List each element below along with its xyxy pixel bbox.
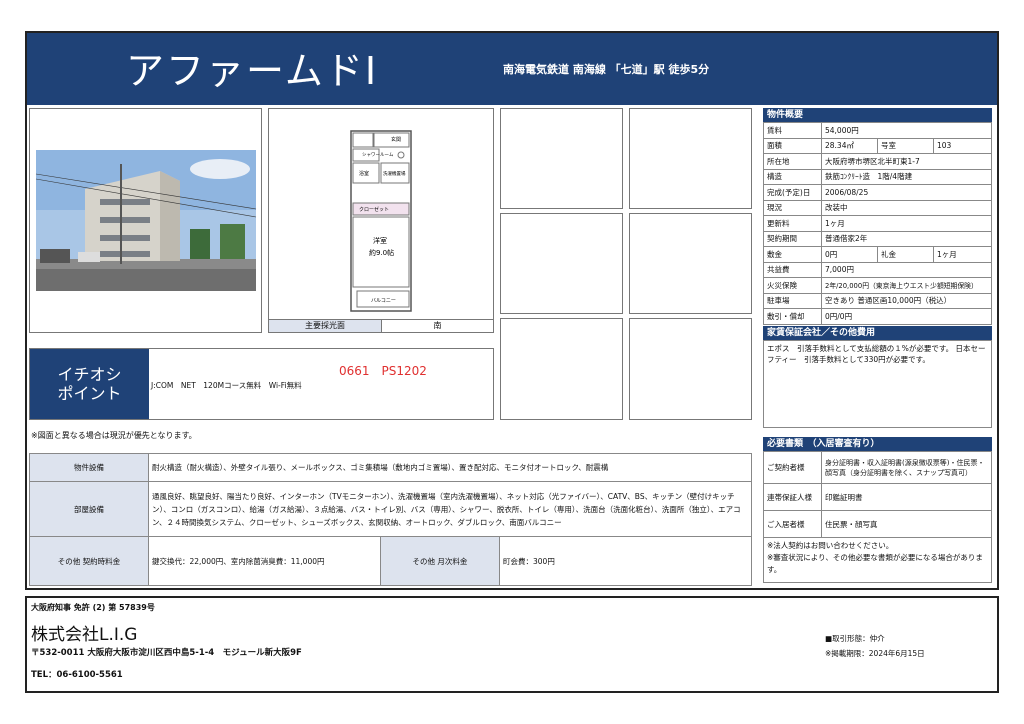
footer-box: 大阪府知事 免許 (2) 第 57839号 株式会社L.I.G 〒532-001… bbox=[25, 596, 999, 693]
photo-slot bbox=[629, 213, 752, 314]
address-label: 所在地 bbox=[763, 153, 822, 170]
company-name: 株式会社L.I.G bbox=[31, 625, 138, 645]
window-direction-row: 主要採光面 南 bbox=[268, 319, 494, 333]
contract-label: 契約期間 bbox=[763, 230, 822, 247]
company-address: 〒532-0011 大阪府大阪市淀川区西中島5-1-4 モジュール新大阪9F bbox=[31, 648, 302, 658]
shikibiki-value: 0円/0円 bbox=[821, 308, 992, 325]
contract-fee-value: 鍵交換代：22,000円、室内除菌消臭費：11,000円 bbox=[148, 536, 381, 586]
ichioshi-title-line1: イチオシ bbox=[57, 365, 122, 384]
contract-fee-label: その他 契約時料金 bbox=[29, 536, 149, 586]
company-tel: TEL：06-6100-5561 bbox=[31, 670, 123, 680]
ichioshi-text: J:COM NET 120Mコース無料 Wi-Fi無料 bbox=[151, 381, 302, 390]
transaction-mode: ■取引形態：仲介 bbox=[825, 634, 885, 643]
window-label: 主要採光面 bbox=[269, 320, 382, 332]
ichioshi-title-line2: ポイント bbox=[57, 384, 122, 403]
features-table: 物件設備 耐火構造（耐火構造）、外壁タイル張り、メールボックス、ゴミ集積場（敷地… bbox=[29, 453, 752, 586]
floorplan-shower: シャワールーム bbox=[362, 152, 394, 158]
floorplan-bath: 浴室 bbox=[359, 170, 369, 177]
renewal-value: 1ヶ月 bbox=[821, 215, 992, 232]
contract-value: 普通借家2年 bbox=[821, 230, 992, 247]
parking-value: 空きあり 普通区画10,000円（税込） bbox=[821, 292, 992, 309]
room-no-label: 号室 bbox=[877, 137, 934, 154]
room-features-value: 通風良好、眺望良好、陽当たり良好、インターホン（TVモニターホン）、洗濯機置場（… bbox=[148, 481, 752, 537]
building-photo bbox=[35, 150, 257, 291]
room-no-value: 103 bbox=[933, 137, 992, 154]
floorplan-entrance: 玄関 bbox=[391, 136, 401, 143]
ichioshi-box: イチオシ ポイント 0661 PS1202 J:COM NET 120Mコース無… bbox=[29, 348, 494, 420]
photo-slot bbox=[629, 108, 752, 209]
photo-slot bbox=[500, 213, 623, 314]
floorplan-closet: クローゼット bbox=[359, 206, 389, 213]
building-features-label: 物件設備 bbox=[29, 453, 149, 482]
floorplan-diagram: 玄関 シャワールーム 浴室 洗濯機置場 クローゼット 洋室 約9.0帖 バルコニ… bbox=[350, 130, 412, 312]
docs-guarantor-value: 印鑑証明書 bbox=[821, 483, 992, 511]
building-features-value: 耐火構造（耐火構造）、外壁タイル張り、メールボックス、ゴミ集積場（敷地内ゴミ置場… bbox=[148, 453, 752, 482]
address-value: 大阪府堺市堺区北半町東1-7 bbox=[821, 153, 992, 170]
insurance-value: 2年/20,000円（東京海上ウエスト少額短期保険） bbox=[821, 277, 992, 294]
ichioshi-content: 0661 PS1202 J:COM NET 120Mコース無料 Wi-Fi無料 bbox=[149, 349, 493, 419]
common-value: 7,000円 bbox=[821, 261, 992, 278]
floorplan-washer: 洗濯機置場 bbox=[383, 170, 406, 177]
structure-label: 構造 bbox=[763, 168, 822, 185]
docs-contractor-label: ご契約者様 bbox=[763, 451, 822, 484]
structure-value: 鉄筋ｺﾝｸﾘｰﾄ造 1階/4階建 bbox=[821, 168, 992, 185]
photo-slot bbox=[629, 318, 752, 420]
status-label: 現況 bbox=[763, 199, 822, 216]
floorplan-frame: 玄関 シャワールーム 浴室 洗濯機置場 クローゼット 洋室 約9.0帖 バルコニ… bbox=[268, 108, 494, 320]
guarantee-title: 家賃保証会社／その他費用 bbox=[763, 325, 992, 340]
docs-title: 必要書類 （入居審査有り） bbox=[763, 437, 992, 451]
renewal-label: 更新料 bbox=[763, 215, 822, 232]
guarantee-text: エポス 引落手数料として支払総額の１%が必要です。 日本セーフティー 引落手数料… bbox=[763, 339, 992, 428]
floorplan-balcony: バルコニー bbox=[371, 298, 396, 304]
docs-panel: 必要書類 （入居審査有り） ご契約者様 身分証明書・収入証明書(源泉徴収票等)・住… bbox=[763, 437, 992, 583]
photo-slot bbox=[500, 318, 623, 420]
photo-slot bbox=[500, 108, 623, 209]
area-label: 面積 bbox=[763, 137, 822, 154]
status-value: 改装中 bbox=[821, 199, 992, 216]
window-direction: 南 bbox=[433, 321, 442, 330]
rent-value: 54,000円 bbox=[821, 122, 992, 139]
monthly-fee-value: 町会費：300円 bbox=[499, 536, 752, 586]
docs-table: ご契約者様 身分証明書・収入証明書(源泉徴収票等)・住民票・顔写真（身分証明書を除… bbox=[763, 451, 992, 538]
docs-note-review: ※審査状況により、その他必要な書類が必要になる場合があります。 bbox=[767, 553, 983, 574]
docs-contractor-value: 身分証明書・収入証明書(源泉徴収票等)・住民票・顔写真（身分証明書を除く、スナッ… bbox=[821, 451, 992, 484]
spec-panel: 物件概要 賃料 54,000円 面積 28.34㎡ 号室 103 所在地 大阪府堺市堺区北… bbox=[763, 108, 992, 428]
room-features-label: 部屋設備 bbox=[29, 481, 149, 537]
rent-label: 賃料 bbox=[763, 122, 822, 139]
docs-guarantor-label: 連帯保証人様 bbox=[763, 483, 822, 511]
station-info: 南海電気鉄道 南海線 「七道」駅 徒歩5分 bbox=[503, 63, 710, 76]
common-label: 共益費 bbox=[763, 261, 822, 278]
ichioshi-code: 0661 PS1202 bbox=[339, 364, 427, 378]
parking-label: 駐車場 bbox=[763, 292, 822, 309]
area-value: 28.34㎡ bbox=[821, 137, 878, 154]
built-value: 2006/08/25 bbox=[821, 184, 992, 201]
property-title: アファームドⅠ bbox=[126, 49, 379, 93]
deposit-label: 敷金 bbox=[763, 246, 822, 263]
spec-table: 賃料 54,000円 面積 28.34㎡ 号室 103 所在地 大阪府堺市堺区北半町東1-… bbox=[763, 122, 992, 325]
ichioshi-title: イチオシ ポイント bbox=[30, 349, 149, 419]
spec-title: 物件概要 bbox=[763, 108, 992, 122]
floorplan-room-label: 洋室 bbox=[373, 236, 387, 245]
docs-resident-label: ご入居者様 bbox=[763, 510, 822, 538]
monthly-fee-label: その他 月次料金 bbox=[380, 536, 500, 586]
built-label: 完成(予定)日 bbox=[763, 184, 822, 201]
docs-resident-value: 住民票・顔写真 bbox=[821, 510, 992, 538]
docs-note-corporate: ※法人契約はお問い合わせください。 bbox=[767, 541, 894, 550]
insurance-label: 火災保険 bbox=[763, 277, 822, 294]
shikibiki-label: 敷引・償却 bbox=[763, 308, 822, 325]
building-photo-frame bbox=[29, 108, 262, 333]
notice-text: ※図面と異なる場合は現況が優先となります。 bbox=[31, 431, 197, 440]
key-money-label: 礼金 bbox=[877, 246, 934, 263]
docs-notes: ※法人契約はお問い合わせください。 ※審査状況により、その他必要な書類が必要にな… bbox=[763, 538, 992, 583]
listing-deadline: ※掲載期限：2024年6月15日 bbox=[825, 649, 925, 658]
floorplan-room-size: 約9.0帖 bbox=[369, 248, 394, 257]
deposit-value: 0円 bbox=[821, 246, 878, 263]
key-money-value: 1ヶ月 bbox=[933, 246, 992, 263]
license-number: 大阪府知事 免許 (2) 第 57839号 bbox=[31, 603, 155, 612]
